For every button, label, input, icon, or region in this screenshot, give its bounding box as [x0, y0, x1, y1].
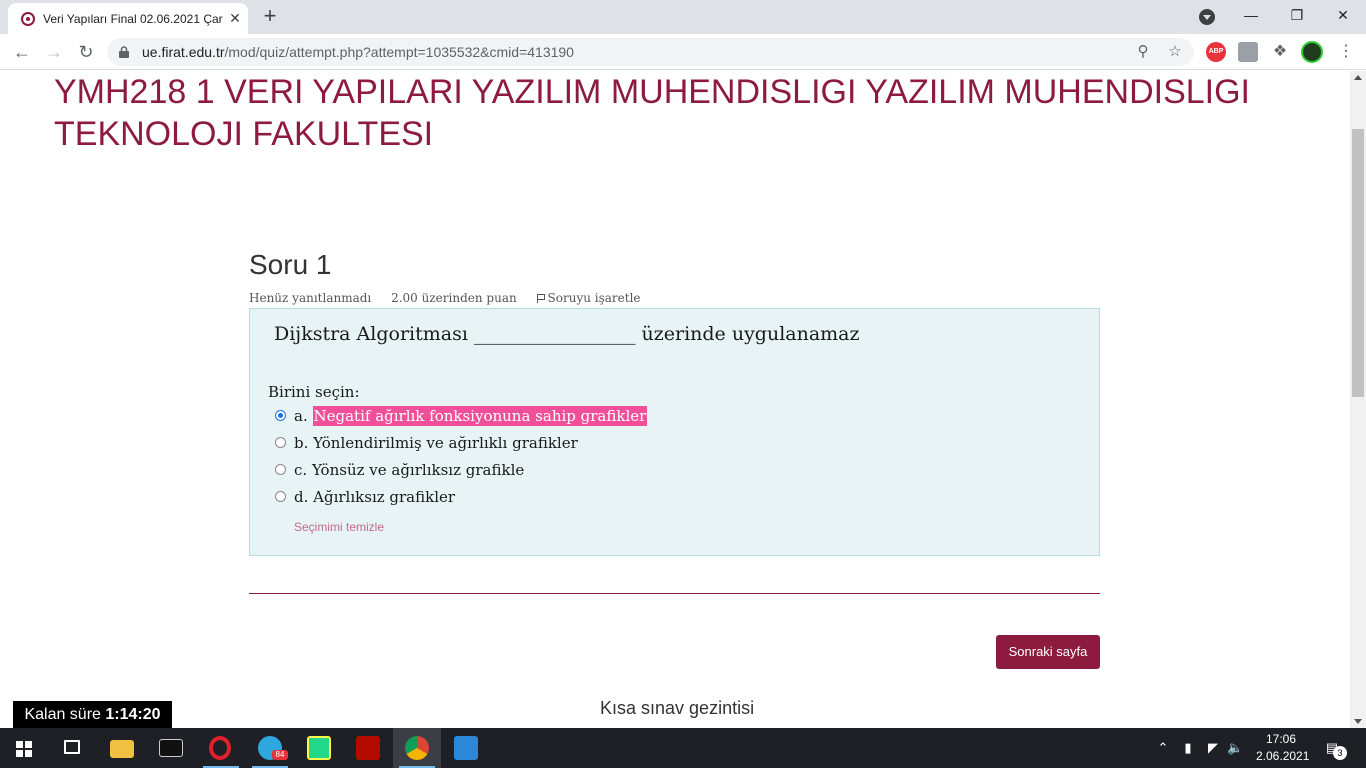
- question-text: Dijkstra Algoritması _________________ ü…: [274, 323, 860, 345]
- browser-toolbar: ← → ↻ ue.firat.edu.tr/mod/quiz/attempt.p…: [0, 34, 1366, 70]
- question-info: Henüz yanıtlanmadı 2.00 üzerinden puan S…: [249, 291, 673, 305]
- option-a-radio[interactable]: [275, 410, 286, 421]
- option-d-radio[interactable]: [275, 491, 286, 502]
- tab-close-icon[interactable]: ✕: [226, 9, 244, 27]
- option-a-label[interactable]: a. Negatif ağırlık fonksiyonuna sahip gr…: [294, 406, 648, 426]
- question-heading: Soru 1: [249, 249, 332, 280]
- puzzle-icon[interactable]: ❖: [1270, 42, 1290, 62]
- new-tab-button[interactable]: +: [258, 4, 282, 28]
- profile-avatar[interactable]: [1301, 41, 1323, 63]
- telegram-button[interactable]: 84: [246, 728, 294, 768]
- question-status: Henüz yanıtlanmadı: [249, 291, 372, 305]
- windows-logo-icon: [16, 741, 32, 757]
- option-b-label[interactable]: b. Yönlendirilmiş ve ağırlıklı grafikler: [294, 434, 578, 452]
- acrobat-button[interactable]: [344, 728, 392, 768]
- extension-icon[interactable]: [1238, 42, 1258, 62]
- quiz-navigation-heading: Kısa sınav gezintisi: [600, 698, 755, 718]
- scroll-up-icon[interactable]: [1354, 75, 1362, 80]
- task-view-button[interactable]: [48, 728, 96, 768]
- option-c-radio[interactable]: [275, 464, 286, 475]
- bookmark-star-icon[interactable]: ☆: [1166, 43, 1184, 61]
- clock-date[interactable]: 2.06.2021: [1256, 749, 1309, 763]
- url-text: ue.firat.edu.tr/mod/quiz/attempt.php?att…: [142, 44, 574, 60]
- restore-icon[interactable]: ❐: [1274, 0, 1320, 30]
- adblock-plus-icon[interactable]: ABP: [1206, 42, 1226, 62]
- time-remaining: Kalan süre 1:14:20: [13, 701, 172, 728]
- back-icon[interactable]: ←: [10, 40, 34, 64]
- wifi-icon[interactable]: ◤: [1205, 740, 1221, 756]
- volume-icon[interactable]: 🔈: [1227, 740, 1243, 756]
- flag-question-link[interactable]: Soruyu işaretle: [536, 291, 657, 305]
- terminal-icon: [159, 739, 183, 757]
- scroll-thumb[interactable]: [1352, 129, 1364, 397]
- terminal-button[interactable]: [147, 728, 195, 768]
- site-favicon-icon: [21, 12, 35, 26]
- course-title: YMH218 1 VERI YAPILARI YAZILIM MUHENDISL…: [54, 73, 1250, 153]
- zoom-icon[interactable]: ⚲: [1134, 43, 1152, 61]
- tab-title: Veri Yapıları Final 02.06.2021 Çarşamba: [43, 12, 223, 26]
- tab-search-icon[interactable]: [1199, 9, 1215, 25]
- tab-strip: Veri Yapıları Final 02.06.2021 Çarşamba …: [0, 0, 1366, 34]
- chrome-icon: [405, 736, 429, 760]
- minimize-icon[interactable]: —: [1228, 0, 1274, 30]
- opera-icon: [209, 736, 231, 760]
- battery-icon[interactable]: ▮: [1180, 740, 1196, 756]
- question-marks: 2.00 üzerinden puan: [391, 291, 517, 305]
- photos-icon: [454, 736, 478, 760]
- opera-button[interactable]: [197, 728, 245, 768]
- reload-icon[interactable]: ↻: [74, 40, 98, 64]
- telegram-badge: 84: [272, 750, 288, 760]
- page-scrollbar[interactable]: [1350, 71, 1366, 728]
- question-box: Dijkstra Algoritması _________________ ü…: [249, 308, 1100, 556]
- acrobat-icon: [356, 736, 380, 760]
- tray-chevron-icon[interactable]: ⌃: [1155, 740, 1171, 756]
- photos-button[interactable]: [442, 728, 490, 768]
- notification-count: 3: [1333, 746, 1347, 760]
- option-c-label[interactable]: c. Yönsüz ve ağırlıksız grafikle: [294, 461, 524, 479]
- pycharm-button[interactable]: [295, 728, 343, 768]
- file-explorer-button[interactable]: [98, 728, 146, 768]
- section-divider: [249, 593, 1100, 594]
- pycharm-icon: [307, 736, 331, 760]
- flag-icon: [536, 294, 545, 303]
- next-page-button[interactable]: Sonraki sayfa: [996, 635, 1100, 669]
- option-d-label[interactable]: d. Ağırlıksız grafikler: [294, 488, 455, 506]
- folder-icon: [110, 740, 134, 758]
- close-window-icon[interactable]: ✕: [1320, 0, 1366, 30]
- clock-time[interactable]: 17:06: [1266, 732, 1296, 746]
- chrome-button[interactable]: [393, 728, 441, 768]
- scroll-down-icon[interactable]: [1354, 719, 1362, 724]
- lock-icon: [119, 46, 129, 58]
- taskbar: 84 ⌃ ▮ ◤ 🔈 17:06 2.06.2021 ▤: [0, 728, 1366, 768]
- page-content: YMH218 1 VERI YAPILARI YAZILIM MUHENDISL…: [0, 71, 1350, 728]
- start-button[interactable]: [0, 728, 48, 768]
- option-b-radio[interactable]: [275, 437, 286, 448]
- browser-tab[interactable]: Veri Yapıları Final 02.06.2021 Çarşamba …: [8, 3, 248, 34]
- forward-icon[interactable]: →: [42, 40, 66, 64]
- clear-choice-link[interactable]: Seçimimi temizle: [294, 520, 384, 534]
- browser-menu-icon[interactable]: ⋮: [1338, 42, 1354, 62]
- address-bar[interactable]: ue.firat.edu.tr/mod/quiz/attempt.php?att…: [107, 38, 1194, 66]
- task-view-icon: [64, 740, 80, 754]
- answer-prompt: Birini seçin:: [268, 383, 360, 401]
